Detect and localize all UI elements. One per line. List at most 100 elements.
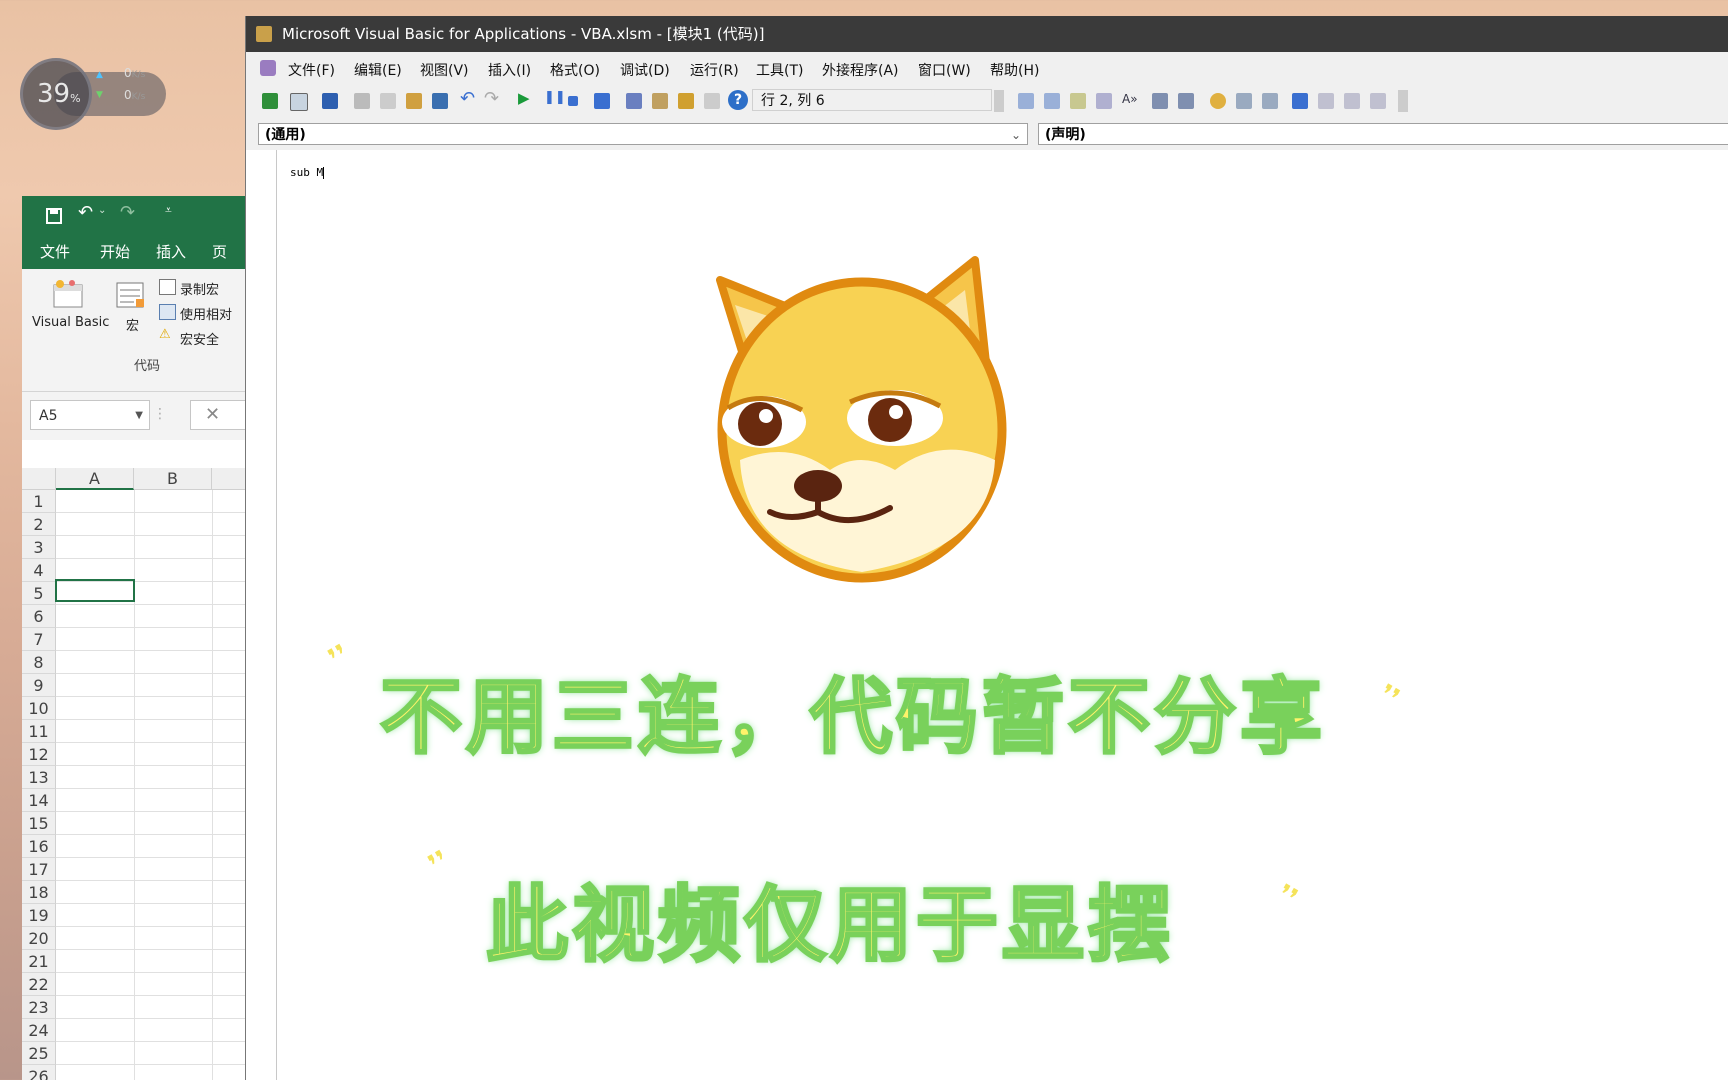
row-header[interactable]: 23 bbox=[22, 996, 56, 1019]
table-row[interactable] bbox=[56, 973, 247, 996]
cut-icon[interactable] bbox=[354, 93, 370, 109]
table-row[interactable] bbox=[56, 513, 247, 536]
row-header[interactable]: 16 bbox=[22, 835, 56, 858]
menu-debug[interactable]: 调试(D) bbox=[620, 60, 670, 80]
visual-basic-icon[interactable] bbox=[52, 279, 86, 309]
row-header[interactable]: 25 bbox=[22, 1042, 56, 1065]
pause-icon[interactable]: ❚❚ bbox=[544, 90, 566, 105]
row-header[interactable]: 8 bbox=[22, 651, 56, 674]
table-row[interactable] bbox=[56, 1065, 247, 1080]
column-header-c[interactable] bbox=[212, 468, 247, 490]
tab-home[interactable]: 开始 bbox=[100, 241, 130, 262]
indent-icon[interactable] bbox=[1152, 93, 1168, 109]
table-row[interactable] bbox=[56, 835, 247, 858]
parameter-info-icon[interactable] bbox=[1096, 93, 1112, 109]
menu-insert[interactable]: 插入(I) bbox=[488, 60, 531, 80]
table-row[interactable] bbox=[56, 628, 247, 651]
table-row[interactable] bbox=[56, 812, 247, 835]
uncomment-block-icon[interactable] bbox=[1262, 93, 1278, 109]
row-header[interactable]: 7 bbox=[22, 628, 56, 651]
menu-window[interactable]: 窗口(W) bbox=[918, 60, 971, 80]
copy-icon[interactable] bbox=[380, 93, 396, 109]
list-properties-icon[interactable] bbox=[1018, 93, 1034, 109]
row-header[interactable]: 1 bbox=[22, 490, 56, 513]
complete-word-icon[interactable]: A» bbox=[1122, 92, 1138, 106]
record-macro-button[interactable]: 录制宏 bbox=[180, 279, 219, 298]
row-header[interactable]: 14 bbox=[22, 789, 56, 812]
table-row[interactable] bbox=[56, 720, 247, 743]
code-text[interactable]: sub M bbox=[290, 166, 323, 179]
row-header[interactable]: 9 bbox=[22, 674, 56, 697]
comment-block-icon[interactable] bbox=[1236, 93, 1252, 109]
visual-basic-button[interactable]: Visual Basic bbox=[32, 315, 109, 330]
quick-info-icon[interactable] bbox=[1070, 93, 1086, 109]
table-row[interactable] bbox=[56, 904, 247, 927]
macros-icon[interactable] bbox=[116, 281, 146, 311]
tab-file[interactable]: 文件 bbox=[40, 241, 70, 262]
properties-icon[interactable] bbox=[652, 93, 668, 109]
row-header[interactable]: 3 bbox=[22, 536, 56, 559]
menu-addins[interactable]: 外接程序(A) bbox=[822, 60, 899, 80]
menu-tools[interactable]: 工具(T) bbox=[756, 60, 803, 80]
undo-icon[interactable]: ↶ bbox=[78, 202, 93, 223]
undo-dropdown-icon[interactable]: ⌄ bbox=[98, 205, 106, 216]
column-header-a[interactable]: A bbox=[56, 468, 134, 490]
stop-icon[interactable] bbox=[568, 96, 578, 106]
row-header[interactable]: 20 bbox=[22, 927, 56, 950]
object-browser-icon[interactable] bbox=[678, 93, 694, 109]
toolbar-overflow[interactable] bbox=[994, 90, 1004, 112]
row-header[interactable]: 13 bbox=[22, 766, 56, 789]
row-header[interactable]: 21 bbox=[22, 950, 56, 973]
table-row[interactable] bbox=[56, 651, 247, 674]
table-row[interactable] bbox=[56, 789, 247, 812]
menu-file[interactable]: 文件(F) bbox=[288, 60, 335, 80]
breakpoint-icon[interactable] bbox=[1210, 93, 1226, 109]
row-header[interactable]: 18 bbox=[22, 881, 56, 904]
save-icon[interactable] bbox=[322, 93, 338, 109]
table-row[interactable] bbox=[56, 858, 247, 881]
view-excel-icon[interactable] bbox=[262, 93, 278, 109]
worksheet-grid[interactable]: A B 1 2 3 4 5 6 7 8 9 10 11 12 13 14 15 16 17 18 19 20 21 22 2… bbox=[22, 468, 247, 1080]
row-header[interactable]: 4 bbox=[22, 559, 56, 582]
table-row[interactable] bbox=[56, 766, 247, 789]
bookmark-icon[interactable] bbox=[1292, 93, 1308, 109]
select-all-corner[interactable] bbox=[22, 468, 56, 490]
row-header[interactable]: 6 bbox=[22, 605, 56, 628]
row-header[interactable]: 17 bbox=[22, 858, 56, 881]
table-row[interactable] bbox=[56, 490, 247, 513]
toolbox-icon[interactable] bbox=[704, 93, 720, 109]
next-bookmark-icon[interactable] bbox=[1318, 93, 1334, 109]
tab-page[interactable]: 页 bbox=[212, 241, 227, 262]
list-constants-icon[interactable] bbox=[1044, 93, 1060, 109]
row-header[interactable]: 2 bbox=[22, 513, 56, 536]
table-row[interactable] bbox=[56, 1042, 247, 1065]
previous-bookmark-icon[interactable] bbox=[1344, 93, 1360, 109]
menu-view[interactable]: 视图(V) bbox=[420, 60, 469, 80]
procedure-dropdown[interactable]: (声明) bbox=[1038, 123, 1728, 145]
toolbar-overflow[interactable] bbox=[1398, 90, 1408, 112]
name-box[interactable]: A5 ▼ bbox=[30, 400, 150, 430]
row-header[interactable]: 19 bbox=[22, 904, 56, 927]
help-icon[interactable]: ? bbox=[728, 90, 748, 110]
table-row[interactable] bbox=[56, 881, 247, 904]
table-row[interactable] bbox=[56, 1019, 247, 1042]
column-header-b[interactable]: B bbox=[134, 468, 212, 490]
table-row[interactable] bbox=[56, 697, 247, 720]
row-header[interactable]: 24 bbox=[22, 1019, 56, 1042]
menu-format[interactable]: 格式(O) bbox=[550, 60, 600, 80]
paste-icon[interactable] bbox=[406, 93, 422, 109]
table-row[interactable] bbox=[56, 536, 247, 559]
table-row[interactable] bbox=[56, 950, 247, 973]
cancel-formula-button[interactable]: ✕ bbox=[190, 400, 247, 430]
row-header[interactable]: 5 bbox=[22, 582, 56, 605]
menu-edit[interactable]: 编辑(E) bbox=[354, 60, 402, 80]
design-mode-icon[interactable] bbox=[594, 93, 610, 109]
customize-qat-icon[interactable]: ⩡ bbox=[165, 203, 172, 218]
selected-cell-a5[interactable] bbox=[55, 579, 135, 602]
table-row[interactable] bbox=[56, 605, 247, 628]
table-row[interactable] bbox=[56, 996, 247, 1019]
run-icon[interactable]: ▶ bbox=[518, 89, 530, 107]
undo-icon[interactable]: ↶ bbox=[460, 88, 475, 109]
object-dropdown[interactable]: (通用) ⌄ bbox=[258, 123, 1028, 145]
row-header[interactable]: 22 bbox=[22, 973, 56, 996]
